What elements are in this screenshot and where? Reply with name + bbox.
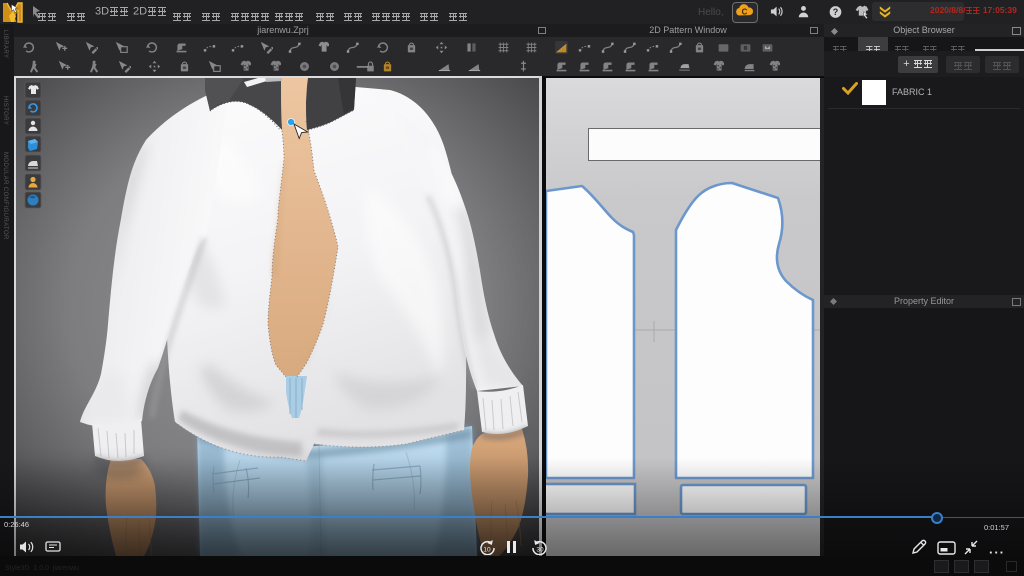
svg-text:?: ? (833, 7, 838, 17)
svg-text:C: C (742, 8, 748, 17)
svg-text:10: 10 (483, 547, 491, 554)
svg-text:30: 30 (536, 547, 544, 554)
